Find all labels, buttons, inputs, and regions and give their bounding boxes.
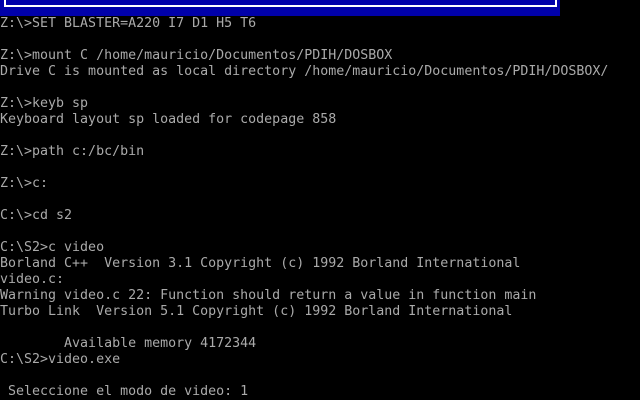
dosbox-welcome-banner-remnant [0, 0, 560, 16]
console-line: C:\>cd s2 [0, 208, 73, 223]
console-line: Z:\>path c:/bc/bin [0, 144, 145, 159]
console-line: C:\S2>c video [0, 240, 105, 255]
dos-terminal-screen[interactable]: Z:\>SET BLASTER=A220 I7 D1 H5 T6 Z:\>mou… [0, 0, 640, 400]
console-line: Keyboard layout sp loaded for codepage 8… [0, 112, 337, 127]
console-line: video.c: [0, 272, 65, 287]
console-line: Turbo Link Version 5.1 Copyright (c) 199… [0, 304, 513, 319]
banner-frame-border [4, 0, 557, 7]
console-line: Z:\>keyb sp [0, 96, 89, 111]
console-line: Z:\>SET BLASTER=A220 I7 D1 H5 T6 [0, 16, 257, 31]
console-output: Z:\>SET BLASTER=A220 I7 D1 H5 T6 Z:\>mou… [0, 16, 640, 400]
console-line: C:\S2>video.exe [0, 352, 121, 367]
console-line: Drive C is mounted as local directory /h… [0, 64, 609, 79]
video-mode-prompt[interactable]: Seleccione el modo de video: 1 [0, 384, 640, 400]
console-line: Warning video.c 22: Function should retu… [0, 288, 537, 303]
console-line: Available memory 4172344 [0, 336, 257, 351]
console-line: Z:\>c: [0, 176, 49, 191]
console-line: Z:\>mount C /home/mauricio/Documentos/PD… [0, 48, 393, 63]
console-line: Borland C++ Version 3.1 Copyright (c) 19… [0, 256, 521, 271]
